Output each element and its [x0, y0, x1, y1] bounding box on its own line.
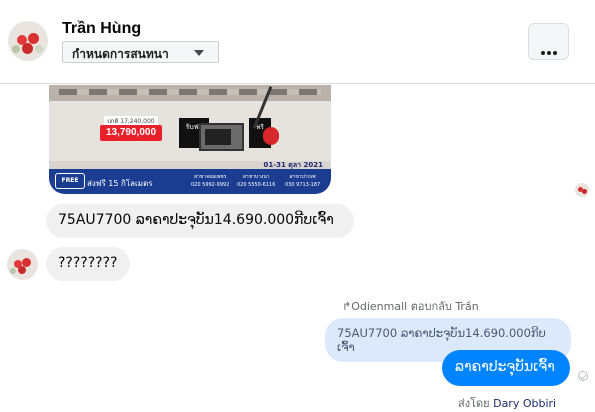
outgoing-message[interactable]: ລາຄາປະຈຸບັນເຈົ້າ	[442, 350, 570, 386]
caret-down-icon	[194, 50, 204, 56]
promo-branch: สาขาจอมเพชร 020 5992-9992	[191, 174, 230, 188]
promo-delivery-text: ส่งฟรี 15 กิโลเมตร	[87, 179, 153, 188]
vacuum-image	[263, 127, 279, 145]
free-delivery-icon: FREE	[55, 173, 85, 189]
nickname-dropdown-button[interactable]: กำหนดการสนทนา	[62, 41, 219, 63]
promo-price: 13,790,000	[100, 125, 162, 141]
reply-icon: ↱	[342, 300, 352, 313]
seen-by-avatar	[575, 183, 589, 197]
oven-image	[199, 123, 244, 151]
contact-avatar[interactable]	[8, 21, 48, 61]
incoming-message[interactable]: ????????	[46, 247, 130, 281]
incoming-message[interactable]: 75AU7700 ລາຄາປະຈຸບັນ14.690.000ກີບເຈົ້າ	[46, 204, 354, 238]
promo-branch: สาขาปากเซ 030 9713-187	[285, 174, 321, 188]
more-options-button[interactable]	[528, 23, 569, 60]
nickname-button-label: กำหนดการสนทนา	[72, 47, 169, 61]
sent-check-icon	[578, 371, 588, 381]
contact-name: Trần Hùng	[62, 20, 142, 37]
ellipsis-icon	[541, 40, 559, 59]
sent-by-name[interactable]: Dary Obbiri	[493, 397, 556, 410]
sender-avatar[interactable]	[7, 249, 38, 280]
sent-by-label: ส่งโดย Dary Obbiri	[458, 397, 557, 410]
promo-branch: สาขาบางนา 020 5550-6116	[237, 174, 276, 188]
conversation-header: Trần Hùng กำหนดการสนทนา	[0, 0, 595, 84]
reply-label: ↱Odienmall ตอบกลับ Trần	[342, 300, 479, 313]
promo-image[interactable]: ปกติ 17,240,000 13,790,000 รับฟรี ฟรี 01…	[49, 85, 331, 194]
